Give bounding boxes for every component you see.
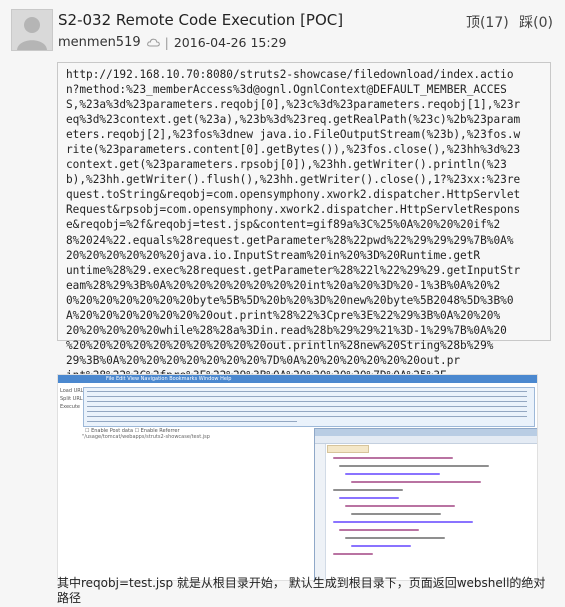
ide-gutter: [315, 444, 326, 580]
embedded-screenshot: File Edit View Navigation Bookmarks Wind…: [57, 374, 538, 581]
hackbar-nav: Load URL Split URL Execute: [60, 387, 84, 411]
post-date: 2016-04-26 15:29: [173, 35, 287, 50]
code-block: http://192.168.10.70:8080/struts2-showca…: [57, 62, 551, 382]
ide-window: [314, 428, 537, 580]
author-name[interactable]: menmen519: [58, 35, 141, 50]
hackbar-url-field: [83, 387, 535, 427]
ide-code-line: [333, 457, 453, 459]
meta-separator: |: [164, 35, 169, 50]
url-text-line: [87, 416, 527, 417]
ide-file-tab: [327, 445, 369, 453]
ide-toolbar: [315, 436, 537, 444]
downvote-count[interactable]: 踩(0): [519, 15, 553, 31]
ide-code-line: [339, 497, 399, 499]
url-text-line: [87, 396, 527, 397]
post-title[interactable]: S2-032 Remote Code Execution [POC]: [58, 11, 343, 29]
avatar[interactable]: [11, 9, 53, 51]
upvote-count[interactable]: 顶(17): [466, 15, 509, 31]
code-text: http://192.168.10.70:8080/struts2-showca…: [66, 68, 521, 382]
nav-split-url: Split URL: [60, 396, 83, 402]
post-page: S2-032 Remote Code Execution [POC] 顶(17)…: [0, 0, 565, 607]
nav-execute: Execute: [60, 404, 80, 410]
ide-titlebar: [315, 429, 537, 436]
url-text-line: [87, 406, 527, 407]
ide-code-line: [345, 537, 445, 539]
nav-load-url: Load URL: [60, 388, 84, 394]
url-text-line: [87, 401, 527, 402]
url-text-line: [87, 391, 527, 392]
post-caption: 其中reqobj=test.jsp 就是从根目录开始， 默认生成到根目录下，页面…: [57, 576, 546, 605]
url-text-line: [87, 411, 527, 412]
ide-code-line: [333, 521, 473, 523]
post-meta: menmen519 | 2016-04-26 15:29: [58, 35, 286, 50]
ide-code-line: [339, 529, 419, 531]
ide-code-line: [351, 513, 441, 515]
ide-code-line: [345, 505, 455, 507]
ide-code-line: [351, 481, 481, 483]
url-text-line: [87, 421, 297, 422]
ide-code-line: [333, 489, 403, 491]
default-user-icon: [12, 10, 52, 50]
cloud-icon: [146, 35, 160, 50]
browser-menu-text: File Edit View Navigation Bookmarks Wind…: [106, 376, 232, 382]
response-path-text: "/usage/tomcat/webapps/struts2-showcase/…: [82, 434, 210, 440]
ide-code-line: [339, 465, 489, 467]
ide-code-line: [333, 553, 373, 555]
ide-code-line: [345, 473, 440, 475]
ide-code-line: [351, 545, 411, 547]
post-stats: 顶(17) 踩(0): [460, 12, 553, 32]
